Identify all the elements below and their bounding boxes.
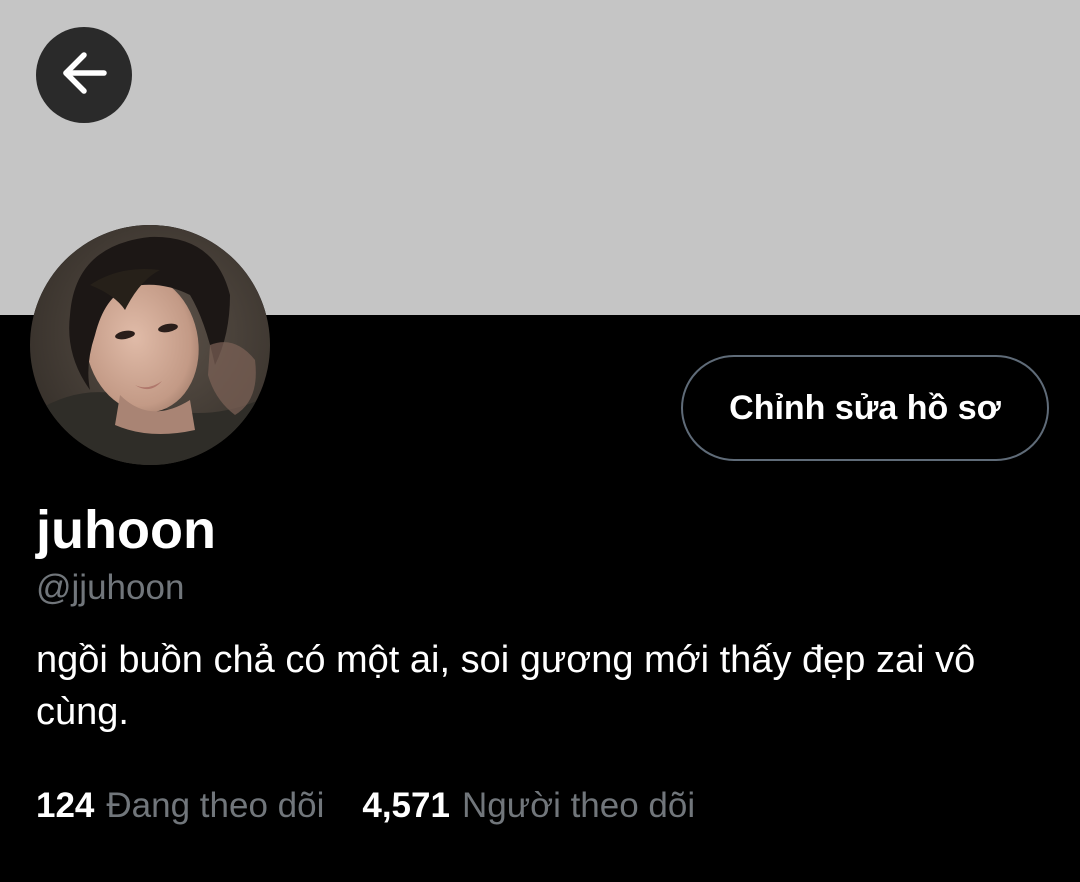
followers-label: Người theo dõi: [461, 786, 696, 825]
profile-page: Chỉnh sửa hồ sơ juhoon @jjuhoon ngồi buồ…: [0, 0, 1080, 882]
following-label: Đang theo dõi: [106, 786, 325, 825]
followers-stat[interactable]: 4,571 Người theo dõi: [362, 782, 695, 830]
follow-stats: 124 Đang theo dõi 4,571 Người theo dõi: [36, 782, 695, 830]
user-handle: @jjuhoon: [36, 568, 185, 607]
display-name: juhoon: [36, 500, 216, 560]
followers-count: 4,571: [362, 786, 450, 825]
following-stat[interactable]: 124 Đang theo dõi: [36, 782, 324, 830]
arrow-left-icon: [58, 47, 110, 104]
edit-profile-button[interactable]: Chỉnh sửa hồ sơ: [681, 355, 1049, 461]
back-button[interactable]: [36, 27, 132, 123]
avatar[interactable]: [30, 225, 270, 465]
profile-bio: ngồi buồn chả có một ai, soi gương mới t…: [36, 639, 976, 733]
following-count: 124: [36, 786, 95, 825]
